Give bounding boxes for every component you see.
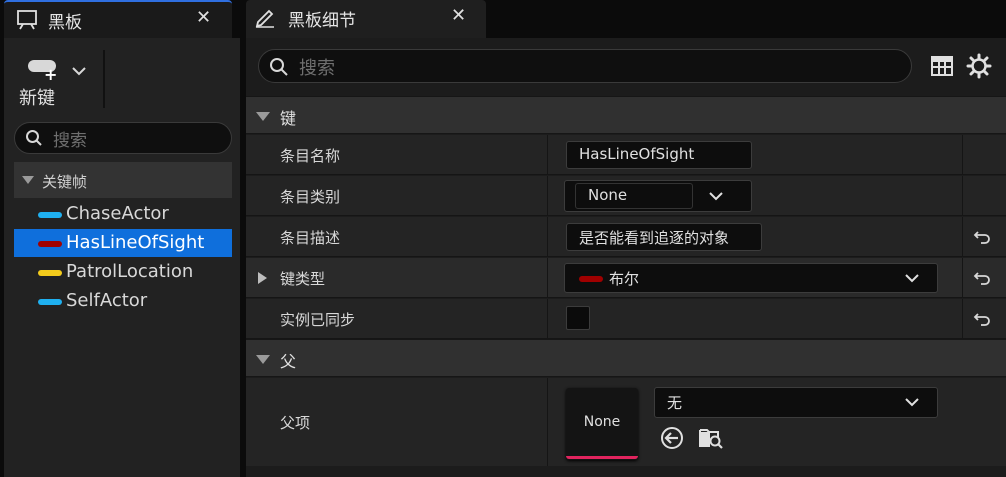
close-icon[interactable]: ✕ bbox=[451, 5, 466, 26]
reset-to-default-icon[interactable] bbox=[972, 309, 992, 329]
search-icon bbox=[270, 58, 288, 76]
key-label: ChaseActor bbox=[66, 203, 169, 224]
property-instance-synced: 实例已同步 bbox=[246, 299, 1006, 339]
pencil-icon bbox=[255, 9, 274, 28]
parent-asset-value: 无 bbox=[667, 394, 683, 412]
property-label: 父项 bbox=[280, 414, 311, 432]
key-item-chaseactor[interactable]: ChaseActor bbox=[14, 200, 232, 228]
entry-category-combobox[interactable]: None bbox=[564, 180, 752, 212]
key-category-label: 关键帧 bbox=[42, 173, 88, 191]
column-divider bbox=[962, 299, 963, 338]
entry-category-text[interactable]: None bbox=[575, 183, 693, 209]
plus-icon: + bbox=[44, 65, 58, 84]
reset-to-default-icon[interactable] bbox=[972, 227, 992, 247]
entry-name-value: HasLineOfSight bbox=[579, 145, 695, 163]
search-placeholder: 搜索 bbox=[53, 131, 87, 151]
property-entry-name: 条目名称 HasLineOfSight bbox=[246, 135, 1006, 175]
blackboard-search-input[interactable]: 搜索 bbox=[14, 122, 232, 154]
reset-to-default-icon[interactable] bbox=[972, 268, 992, 288]
new-key-label: 新键 bbox=[19, 88, 55, 109]
entry-category-value: None bbox=[588, 186, 628, 204]
table-view-icon[interactable] bbox=[930, 54, 954, 78]
toolbar-divider bbox=[103, 50, 105, 108]
column-divider bbox=[962, 217, 963, 256]
property-label: 条目类别 bbox=[280, 188, 341, 206]
expand-triangle-icon[interactable] bbox=[256, 271, 268, 285]
instance-synced-checkbox[interactable] bbox=[566, 306, 590, 330]
section-parent-label: 父 bbox=[280, 352, 297, 371]
asset-type-color-bar bbox=[566, 456, 638, 459]
section-key-label: 键 bbox=[280, 109, 297, 128]
gear-icon[interactable] bbox=[966, 53, 992, 79]
entry-description-value: 是否能看到追逐的对象 bbox=[579, 229, 730, 247]
property-key-type: 键类型 布尔 bbox=[246, 258, 1006, 298]
collapse-triangle-icon[interactable] bbox=[22, 176, 34, 184]
parent-asset-combobox[interactable]: 无 bbox=[654, 387, 938, 418]
chevron-down-icon[interactable] bbox=[903, 393, 921, 411]
key-label: SelfActor bbox=[66, 290, 148, 311]
new-key-button[interactable]: + 新键 bbox=[18, 54, 92, 110]
property-label: 条目名称 bbox=[280, 147, 341, 165]
entry-name-field[interactable]: HasLineOfSight bbox=[566, 141, 752, 169]
details-search-input[interactable]: 搜索 bbox=[258, 49, 912, 83]
property-entry-description: 条目描述 是否能看到追逐的对象 bbox=[246, 217, 1006, 257]
use-selected-asset-icon[interactable] bbox=[660, 426, 684, 450]
column-divider bbox=[547, 217, 548, 256]
search-icon bbox=[26, 130, 42, 146]
blackboard-tab-title: 黑板 bbox=[48, 13, 82, 33]
column-divider bbox=[962, 258, 963, 297]
close-icon[interactable]: ✕ bbox=[196, 7, 211, 28]
property-label: 条目描述 bbox=[280, 229, 341, 247]
key-type-combobox[interactable]: 布尔 bbox=[564, 263, 938, 293]
entry-description-field[interactable]: 是否能看到追逐的对象 bbox=[566, 223, 762, 251]
column-divider bbox=[547, 176, 548, 215]
column-divider bbox=[962, 135, 963, 174]
property-entry-category: 条目类别 None bbox=[246, 176, 1006, 216]
blackboard-tab[interactable]: 黑板 ✕ bbox=[4, 0, 232, 38]
key-color-swatch bbox=[38, 241, 62, 247]
key-label: PatrolLocation bbox=[66, 261, 194, 282]
property-label: 实例已同步 bbox=[280, 311, 356, 329]
chevron-down-icon[interactable] bbox=[903, 269, 921, 287]
details-tab-title: 黑板细节 bbox=[288, 11, 356, 31]
key-type-color-swatch bbox=[579, 276, 603, 282]
search-placeholder: 搜索 bbox=[299, 58, 335, 79]
column-divider bbox=[547, 258, 548, 297]
column-divider bbox=[547, 378, 548, 466]
collapse-triangle-icon[interactable] bbox=[256, 112, 270, 121]
key-item-selfactor[interactable]: SelfActor bbox=[14, 287, 232, 315]
key-color-swatch bbox=[38, 270, 62, 276]
key-label: HasLineOfSight bbox=[66, 232, 205, 253]
section-parent-header[interactable]: 父 bbox=[246, 339, 1006, 377]
property-label: 键类型 bbox=[280, 270, 326, 288]
key-type-value: 布尔 bbox=[609, 270, 640, 288]
column-divider bbox=[962, 176, 963, 215]
blackboard-icon bbox=[17, 10, 37, 30]
asset-thumbnail-label: None bbox=[583, 414, 621, 430]
browse-folder-icon[interactable] bbox=[698, 426, 724, 450]
blackboard-details-tab[interactable]: 黑板细节 ✕ bbox=[246, 0, 486, 38]
key-item-haslineofsight[interactable]: HasLineOfSight bbox=[14, 229, 232, 257]
key-color-swatch bbox=[38, 212, 62, 218]
section-key-header[interactable]: 键 bbox=[246, 96, 1006, 134]
key-category-header[interactable]: 关键帧 bbox=[14, 162, 232, 198]
chevron-down-icon[interactable] bbox=[707, 187, 725, 205]
chevron-down-icon[interactable] bbox=[68, 60, 90, 82]
collapse-triangle-icon[interactable] bbox=[256, 355, 270, 364]
asset-thumbnail[interactable]: None bbox=[566, 388, 638, 460]
key-color-swatch bbox=[38, 299, 62, 305]
column-divider bbox=[547, 299, 548, 338]
column-divider bbox=[547, 135, 548, 174]
key-item-patrollocation[interactable]: PatrolLocation bbox=[14, 258, 232, 286]
